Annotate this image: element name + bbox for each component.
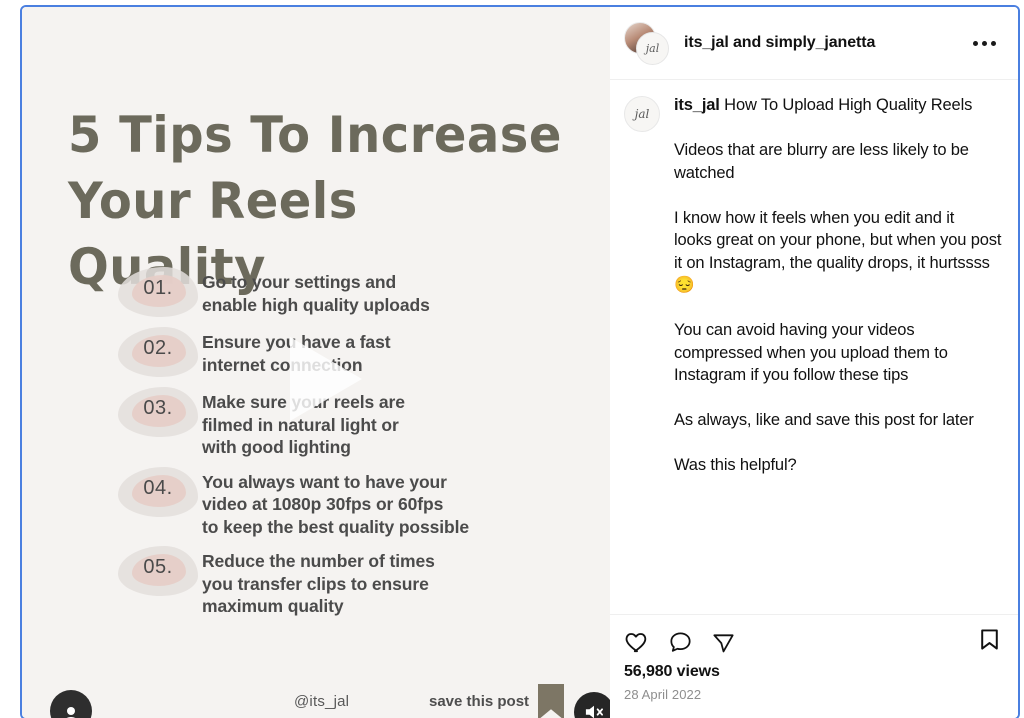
dot — [982, 40, 987, 46]
dot — [991, 40, 996, 46]
reel-video-player[interactable]: 5 Tips To Increase Your Reels Quality 01… — [22, 7, 610, 718]
post-stats: 56,980 views 28 April 2022 — [610, 661, 1018, 718]
caption-body: its_jal How To Upload High Quality Reels… — [674, 94, 1002, 477]
tip-item: 05. Reduce the number of times you trans… — [118, 544, 588, 618]
tip-number-badge: 02. — [118, 325, 202, 379]
tip-item: 01. Go to your settings and enable high … — [118, 265, 588, 319]
view-count: 56,980 views — [624, 663, 720, 680]
caption-section[interactable]: jal its_jal How To Upload High Quality R… — [610, 80, 1018, 614]
tip-number-badge: 01. — [118, 265, 202, 319]
more-options-icon[interactable] — [967, 31, 1002, 56]
avatar — [50, 690, 92, 718]
secondary-actions — [977, 627, 1002, 657]
dot — [973, 40, 978, 46]
post-header: jal its_jal and simply_janetta — [610, 7, 1018, 80]
tip-number-badge: 05. — [118, 544, 202, 598]
tip-number: 04. — [143, 476, 173, 499]
reel-handle: @its_jal — [294, 693, 350, 710]
like-icon[interactable] — [624, 629, 650, 655]
post-date: 28 April 2022 — [624, 687, 702, 702]
instagram-post-modal-screen: 5 Tips To Increase Your Reels Quality 01… — [0, 0, 1024, 718]
caption-text: How To Upload High Quality Reels Videos … — [674, 96, 1002, 474]
tip-number: 01. — [143, 277, 173, 299]
post-actions-bar — [610, 614, 1018, 661]
tip-number-badge: 03. — [118, 385, 202, 439]
reel-save-label: save this post — [429, 693, 530, 710]
mute-button[interactable] — [574, 692, 610, 718]
post-usernames[interactable]: its_jal and simply_janetta — [684, 34, 967, 52]
caption-avatar: jal — [624, 96, 660, 132]
tip-text: Make sure your reels are filmed in natur… — [202, 392, 405, 457]
reel-tips-list: 01. Go to your settings and enable high … — [118, 265, 588, 624]
post-details-panel: jal its_jal and simply_janetta jal its_j… — [610, 7, 1018, 718]
tip-number-badge: 04. — [118, 465, 202, 519]
save-bookmark-icon[interactable] — [977, 629, 1002, 656]
tip-number: 03. — [143, 397, 173, 419]
tip-text: You always want to have your video at 10… — [202, 471, 470, 537]
tip-text: Go to your settings and enable high qual… — [202, 272, 430, 315]
tip-text: Reduce the number of times you transfer … — [202, 551, 435, 616]
post-modal: 5 Tips To Increase Your Reels Quality 01… — [20, 5, 1020, 718]
tip-item: 04. You always want to have your video a… — [118, 465, 588, 539]
comment-icon[interactable] — [668, 630, 693, 655]
reel-overlay-bar: @its_jal save this post — [22, 676, 610, 718]
caption-username[interactable]: its_jal — [674, 96, 720, 114]
avatar-group[interactable]: jal — [624, 22, 672, 65]
share-icon[interactable] — [711, 630, 736, 655]
play-icon[interactable] — [290, 337, 362, 421]
bookmark-icon — [538, 684, 564, 718]
avatar-primary: jal — [636, 32, 669, 65]
tip-text: Ensure you have a fast internet connecti… — [202, 332, 391, 375]
primary-actions — [624, 629, 736, 655]
tip-number: 05. — [143, 556, 173, 578]
tip-number: 02. — [143, 337, 173, 359]
